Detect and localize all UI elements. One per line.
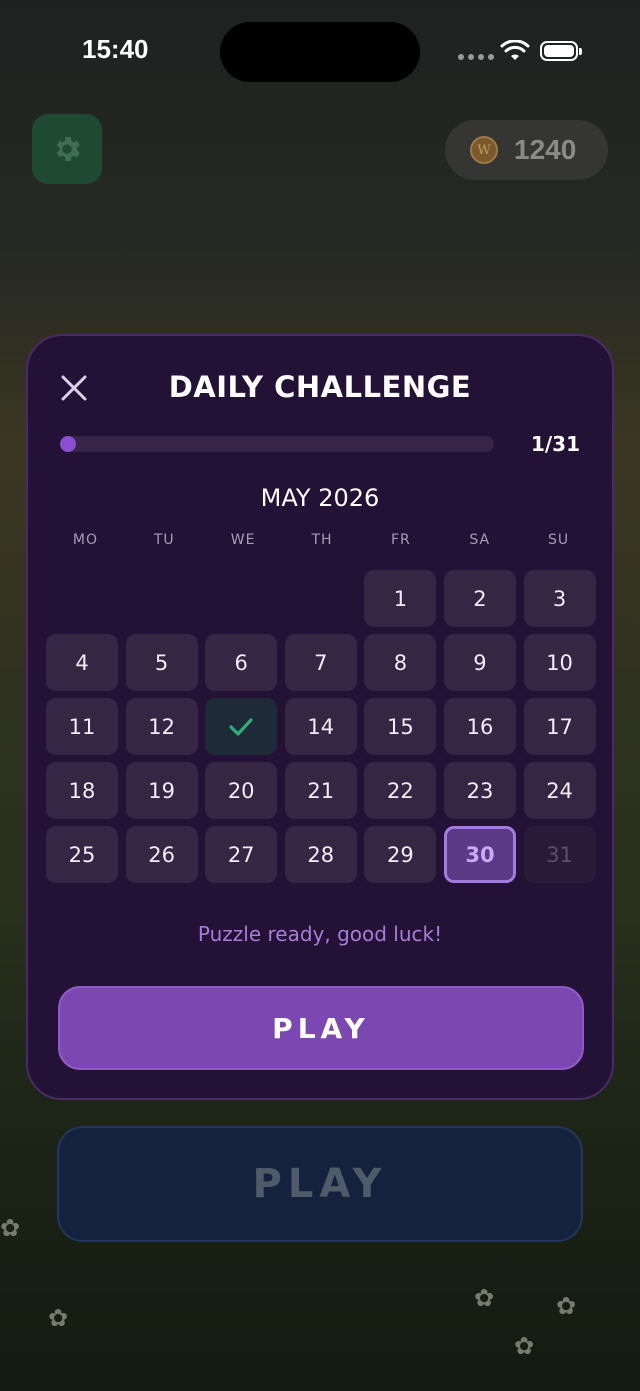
calendar-day[interactable]: 3	[523, 570, 596, 627]
calendar-day[interactable]: 28	[284, 826, 357, 883]
calendar-day[interactable]: 25	[46, 826, 118, 883]
calendar-day[interactable]: 17	[523, 698, 596, 755]
dynamic-island	[220, 22, 420, 82]
progress-bar	[60, 436, 494, 452]
weekday-label: SA	[469, 532, 491, 548]
calendar-day[interactable]: 9	[443, 634, 516, 691]
calendar-day[interactable]: 12	[125, 698, 198, 755]
calendar-day[interactable]: 5	[125, 634, 198, 691]
calendar-day[interactable]: 4	[46, 634, 118, 691]
modal-title: DAILY CHALLENGE	[168, 370, 472, 404]
flower-decoration: ✿	[48, 1304, 69, 1332]
status-time: 15:40	[82, 34, 149, 64]
coin-count: 1240	[514, 134, 577, 165]
coin-balance[interactable]: W 1240	[445, 120, 608, 180]
calendar-grid: 1 2 3 4 5 6 7 8 9 10 11 12 14 15 16 17 1…	[46, 570, 598, 883]
calendar-day-completed[interactable]	[205, 698, 278, 755]
calendar-day[interactable]: 2	[443, 570, 516, 627]
battery-icon	[540, 41, 582, 61]
calendar-day[interactable]: 22	[364, 762, 437, 819]
calendar-day[interactable]: 10	[523, 634, 596, 691]
flower-decoration: ✿	[556, 1292, 577, 1320]
calendar-day[interactable]: 11	[46, 698, 118, 755]
calendar-day[interactable]: 20	[205, 762, 278, 819]
coin-icon: W	[470, 136, 498, 164]
flower-decoration: ✿	[474, 1284, 495, 1312]
calendar-empty-cell	[285, 570, 357, 627]
month-label: MAY 2026	[260, 484, 380, 512]
flower-decoration: ✿	[514, 1332, 535, 1360]
weekday-label: TU	[153, 532, 175, 548]
calendar-day[interactable]: 14	[284, 698, 357, 755]
weekday-label: MO	[72, 532, 98, 548]
checkmark-icon	[229, 717, 253, 736]
calendar-day-today[interactable]: 30	[443, 826, 516, 883]
weekday-label: TH	[311, 532, 333, 548]
weekday-label: WE	[230, 532, 256, 548]
wifi-icon	[500, 40, 530, 60]
weekday-label: FR	[390, 532, 411, 548]
calendar-day[interactable]: 7	[284, 634, 357, 691]
calendar-day[interactable]: 24	[523, 762, 596, 819]
calendar-day[interactable]: 6	[205, 634, 278, 691]
calendar-empty-cell	[205, 570, 277, 627]
daily-challenge-modal: DAILY CHALLENGE 1/31 MAY 2026 MO TU WE T…	[26, 334, 614, 1100]
calendar-day[interactable]: 16	[443, 698, 516, 755]
calendar-empty-cell	[126, 570, 198, 627]
calendar-day[interactable]: 27	[205, 826, 278, 883]
flower-decoration: ✿	[0, 1214, 21, 1242]
calendar-day[interactable]: 19	[125, 762, 198, 819]
calendar-day-locked: 31	[523, 826, 596, 883]
main-play-button[interactable]: PLAY	[57, 1126, 583, 1242]
calendar-day[interactable]: 15	[364, 698, 437, 755]
calendar-day[interactable]: 1	[364, 570, 437, 627]
calendar-day[interactable]: 29	[364, 826, 437, 883]
weekday-header: MO TU WE TH FR SA SU	[46, 532, 598, 548]
calendar-day[interactable]: 26	[125, 826, 198, 883]
progress-label: 1/31	[530, 432, 580, 456]
gear-icon	[56, 137, 80, 161]
play-button[interactable]: PLAY	[58, 986, 584, 1070]
signal-icon	[458, 54, 494, 60]
settings-button[interactable]	[32, 114, 102, 184]
calendar-empty-cell	[46, 570, 118, 627]
weekday-label: SU	[547, 532, 570, 548]
progress-fill	[60, 436, 76, 452]
calendar-day[interactable]: 23	[443, 762, 516, 819]
calendar-day[interactable]: 21	[284, 762, 357, 819]
status-message: Puzzle ready, good luck!	[197, 922, 443, 946]
calendar-day[interactable]: 8	[364, 634, 437, 691]
calendar-day[interactable]: 18	[46, 762, 118, 819]
